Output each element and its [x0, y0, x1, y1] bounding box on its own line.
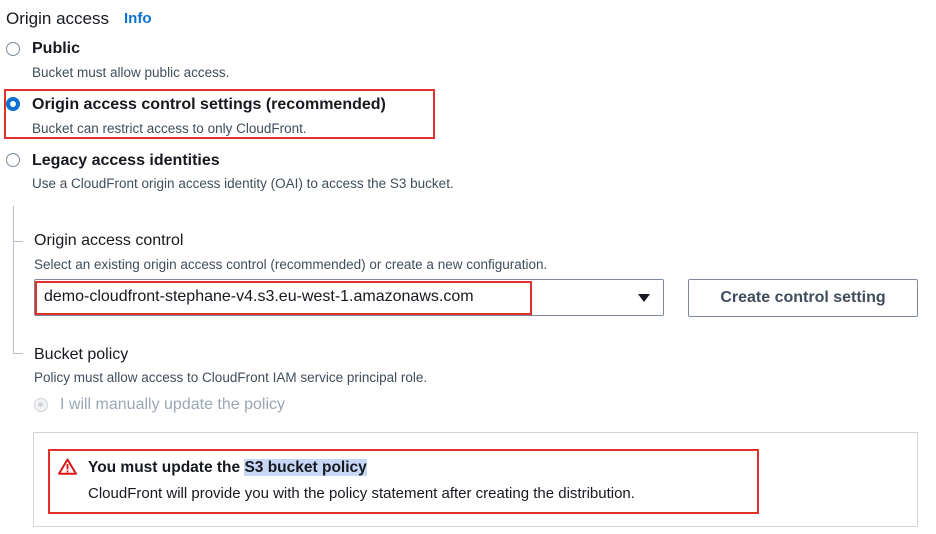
tree-vertical-line: [13, 206, 14, 354]
option-oac-title[interactable]: Origin access control settings (recommen…: [32, 96, 386, 114]
alert-title: You must update the S3 bucket policy: [88, 459, 367, 477]
tree-branch-bucket-policy: [13, 353, 23, 354]
option-oac-description: Bucket can restrict access to only Cloud…: [32, 121, 307, 136]
warning-icon: [58, 458, 77, 475]
option-public-title[interactable]: Public: [32, 40, 80, 58]
radio-public[interactable]: [6, 42, 20, 56]
s3-bucket-policy-link[interactable]: S3 bucket policy: [244, 459, 367, 476]
radio-legacy-identities[interactable]: [6, 153, 20, 167]
option-public-description: Bucket must allow public access.: [32, 65, 230, 80]
caret-down-icon: [638, 294, 650, 302]
annotation-box-oac-select: [35, 281, 532, 315]
radio-manual-update-disabled: [34, 398, 48, 412]
info-link[interactable]: Info: [124, 10, 152, 27]
alert-description: CloudFront will provide you with the pol…: [88, 485, 635, 502]
option-legacy-description: Use a CloudFront origin access identity …: [32, 176, 454, 191]
origin-access-label: Origin access: [6, 9, 109, 28]
bucket-policy-label: Bucket policy: [34, 346, 129, 363]
oac-label: Origin access control: [34, 232, 184, 249]
create-control-setting-button[interactable]: Create control setting: [688, 279, 918, 317]
tree-branch-oac: [13, 241, 23, 242]
alert-title-prefix: You must update the: [88, 459, 245, 476]
bucket-policy-description: Policy must allow access to CloudFront I…: [34, 370, 428, 385]
radio-origin-access-control[interactable]: [6, 97, 20, 111]
manual-update-label: I will manually update the policy: [60, 396, 286, 413]
option-legacy-title[interactable]: Legacy access identities: [32, 152, 220, 170]
oac-description: Select an existing origin access control…: [34, 257, 548, 272]
